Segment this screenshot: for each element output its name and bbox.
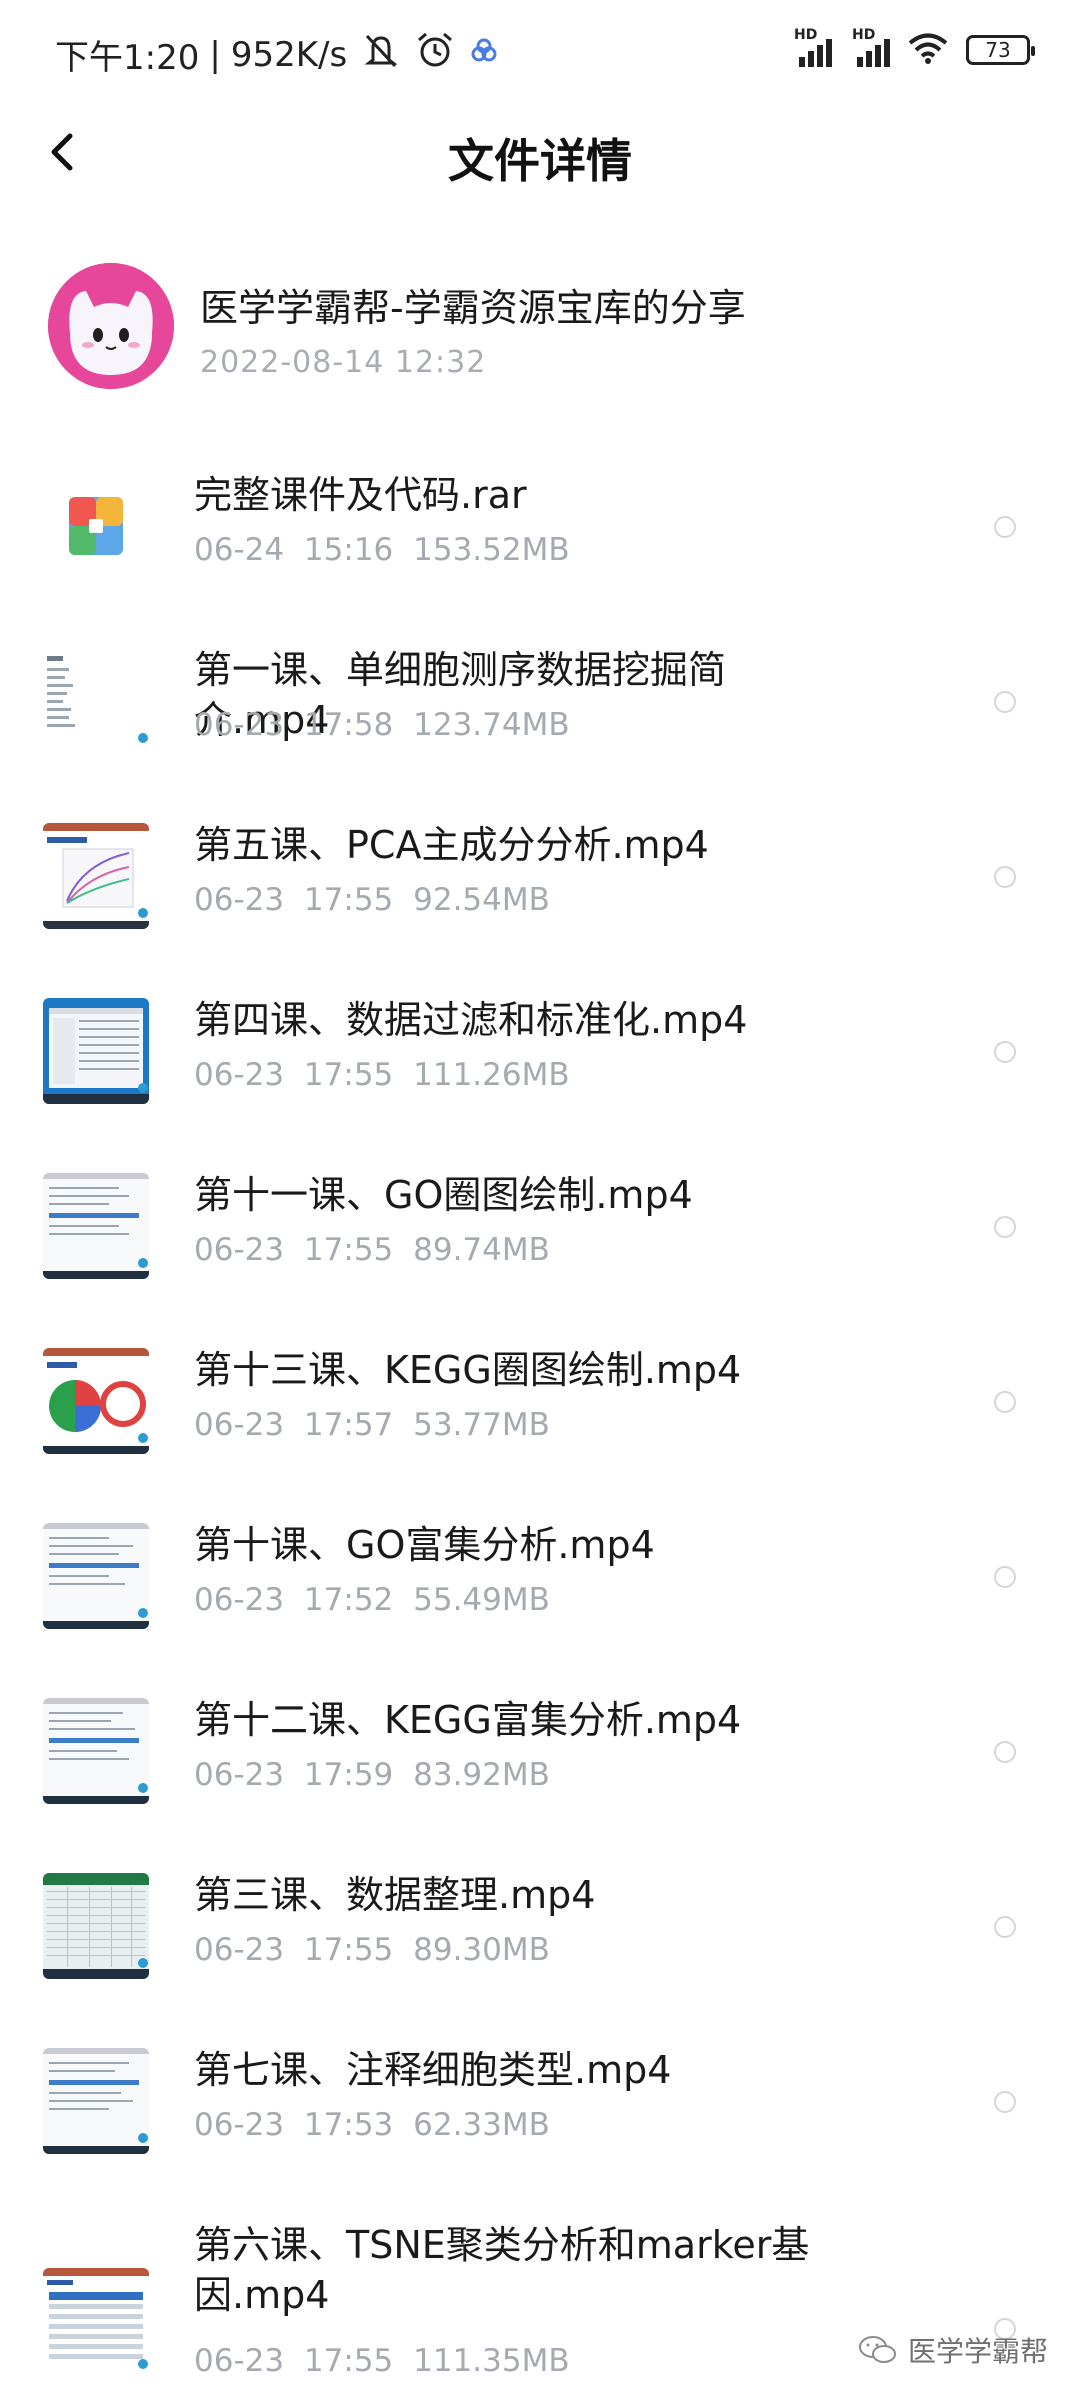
file-name: 第十一课、GO圈图绘制.mp4 [194,1173,693,1217]
file-name: 第十二课、KEGG富集分析.mp4 [194,1698,742,1742]
network-speed: 952K/s [230,34,348,75]
list-item[interactable]: 第五课、PCA主成分分析.mp4 06-23 17:55 92.54MB [0,800,1080,975]
file-meta: 06-23 17:55 89.74MB [194,1232,550,1268]
select-radio[interactable] [994,1566,1016,1588]
file-name: 第六课、TSNE聚类分析和marker基因.mp4 [194,2223,810,2317]
wechat-icon [858,2336,896,2363]
share-title: 医学学霸帮-学霸资源宝库的分享 [200,286,746,330]
video-thumbnail [43,823,149,929]
file-name: 第七课、注释细胞类型.mp4 [194,2048,672,2092]
video-thumbnail [43,1173,149,1279]
video-thumbnail [43,998,149,1104]
select-radio[interactable] [994,2091,1016,2113]
file-name: 第十课、GO富集分析.mp4 [194,1523,655,1567]
video-thumbnail [43,2048,149,2154]
separator: | [209,34,221,75]
select-radio[interactable] [994,691,1016,713]
video-thumbnail [43,2268,149,2374]
file-meta: 06-23 17:55 92.54MB [194,882,550,918]
share-date: 2022-08-14 12:32 [200,345,487,380]
list-item[interactable]: 第十二课、KEGG富集分析.mp4 06-23 17:59 83.92MB [0,1675,1080,1850]
list-item[interactable]: 第三课、数据整理.mp4 06-23 17:55 89.30MB [0,1850,1080,2025]
signal-icon: HD [794,27,832,67]
list-item[interactable]: 第七课、注释细胞类型.mp4 06-23 17:53 62.33MB [0,2025,1080,2200]
file-name: 第三课、数据整理.mp4 [194,1873,596,1917]
video-thumbnail [43,1698,149,1804]
battery-level: 73 [985,38,1011,62]
select-radio[interactable] [994,1741,1016,1763]
list-item[interactable]: 第十课、GO富集分析.mp4 06-23 17:52 55.49MB [0,1500,1080,1675]
page-title: 文件详情 [448,134,632,188]
battery-icon: 73 [966,35,1035,65]
list-item[interactable]: 第一课、单细胞测序数据挖掘简介.mp4 06-23 17:58 123.74MB [0,625,1080,800]
file-meta: 06-23 17:57 53.77MB [194,1407,550,1443]
file-name: 第四课、数据过滤和标准化.mp4 [194,998,748,1042]
watermark: 医学学霸帮 [858,2330,1048,2370]
video-thumbnail [43,1873,149,1979]
avatar[interactable] [48,263,174,389]
file-meta: 06-23 17:58 123.74MB [194,707,570,743]
file-meta: 06-23 17:55 111.35MB [194,2343,570,2379]
file-name: 第五课、PCA主成分分析.mp4 [194,823,709,867]
list-item[interactable]: 第四课、数据过滤和标准化.mp4 06-23 17:55 111.26MB [0,975,1080,1150]
header: 文件详情 [0,100,1080,215]
watermark-text: 医学学霸帮 [907,2335,1048,2368]
signal-icon: HD [852,27,890,67]
app-notification-icon [469,35,499,75]
file-meta: 06-23 17:55 111.26MB [194,1057,570,1093]
list-item[interactable]: 第六课、TSNE聚类分析和marker基因.mp4 06-23 17:55 11… [0,2200,1080,2400]
file-list: 完整课件及代码.rar 06-24 15:16 153.52MB 第一课、单细胞… [0,450,1080,2400]
file-meta: 06-23 17:55 89.30MB [194,1932,550,1968]
alarm-icon [415,31,455,78]
wifi-icon [908,32,948,68]
select-radio[interactable] [994,1041,1016,1063]
select-radio[interactable] [994,866,1016,888]
list-item[interactable]: 第十一课、GO圈图绘制.mp4 06-23 17:55 89.74MB [0,1150,1080,1325]
file-name: 完整课件及代码.rar [194,473,527,517]
file-meta: 06-24 15:16 153.52MB [194,532,570,568]
list-item[interactable]: 第十三课、KEGG圈图绘制.mp4 06-23 17:57 53.77MB [0,1325,1080,1500]
mute-icon [361,32,401,77]
file-name: 第十三课、KEGG圈图绘制.mp4 [194,1348,742,1392]
video-thumbnail [43,1348,149,1454]
file-meta: 06-23 17:52 55.49MB [194,1582,550,1618]
archive-icon [43,473,149,579]
select-radio[interactable] [994,516,1016,538]
file-meta: 06-23 17:59 83.92MB [194,1757,550,1793]
select-radio[interactable] [994,1391,1016,1413]
clock: 下午1:20 [55,38,200,78]
list-item[interactable]: 完整课件及代码.rar 06-24 15:16 153.52MB [0,450,1080,625]
select-radio[interactable] [994,1916,1016,1938]
status-bar: 下午1:20 | 952K/s HD HD 73 [0,0,1080,100]
video-thumbnail [43,1523,149,1629]
status-right: HD HD 73 [782,27,1035,68]
share-info: 医学学霸帮-学霸资源宝库的分享 2022-08-14 12:32 [0,255,1080,395]
video-thumbnail [43,648,149,754]
status-left: 下午1:20 | 952K/s [55,30,499,79]
file-meta: 06-23 17:53 62.33MB [194,2107,550,2143]
select-radio[interactable] [994,1216,1016,1238]
